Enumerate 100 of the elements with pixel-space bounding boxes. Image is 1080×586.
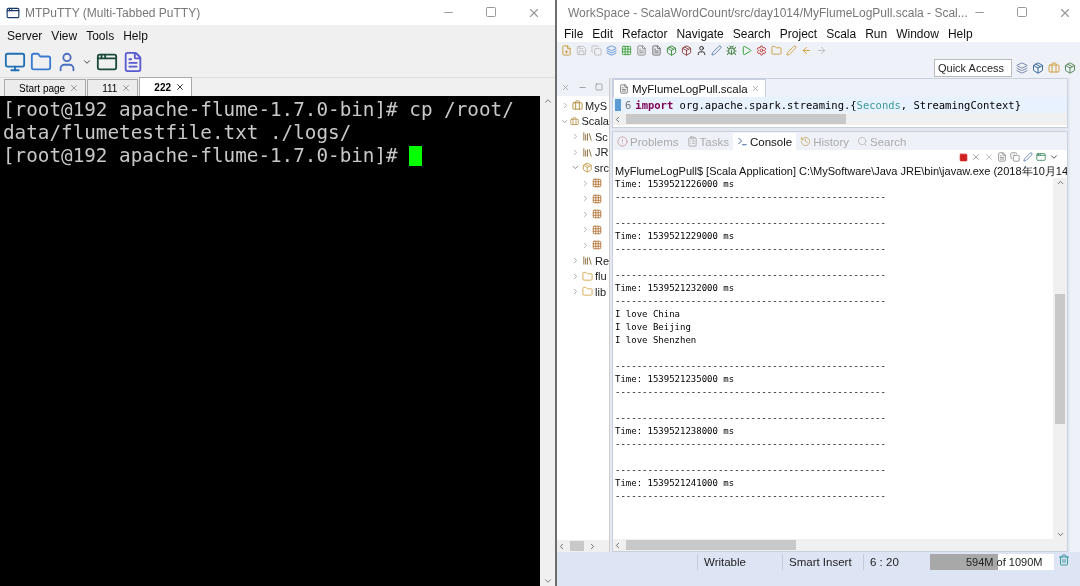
session-tab[interactable]: Start page	[4, 79, 87, 96]
caret-icon[interactable]	[82, 57, 92, 67]
pencil-icon[interactable]	[786, 44, 797, 56]
maximize-icon[interactable]	[485, 5, 497, 18]
folder-icon	[582, 270, 593, 282]
menu-item[interactable]: Edit	[592, 26, 614, 41]
copy-icon[interactable]	[591, 44, 602, 56]
session-tab[interactable]: 222	[139, 77, 193, 96]
scroll-down-icon[interactable]	[542, 576, 553, 586]
scroll-left-icon[interactable]	[613, 540, 622, 550]
arrow-left-icon[interactable]	[801, 44, 812, 56]
console-line: --------------------------------------------------	[615, 464, 887, 477]
menu-item[interactable]: Project	[779, 26, 818, 41]
console-line: --------------------------------------------------	[615, 412, 887, 425]
scrollbar[interactable]	[557, 540, 609, 552]
tasks-icon	[686, 136, 698, 147]
console-line: --------------------------------------------------	[615, 360, 887, 373]
save-icon[interactable]	[576, 44, 587, 56]
remove-all-icon[interactable]	[984, 152, 994, 162]
quick-access-field[interactable]: Quick Access	[934, 59, 1012, 77]
maximize-icon[interactable]	[1015, 5, 1028, 18]
document-icon[interactable]	[651, 44, 662, 56]
console-line: Time: 1539521226000 ms	[615, 178, 736, 191]
monitor-icon[interactable]	[4, 51, 26, 73]
tree-item-label[interactable]: Sc	[595, 130, 608, 143]
menu-item[interactable]: Help	[123, 29, 148, 43]
folder-icon[interactable]	[30, 51, 52, 73]
terminal-output: [root@192 apache-flume-1.7.0-bin]# cp /root/ data/flumetestfile.txt ./logs/ [root@192 apache-flume-1.7.0-bin]#	[2, 97, 515, 169]
scroll-up-icon[interactable]	[542, 96, 553, 106]
view-tab[interactable]: Console	[733, 133, 797, 150]
package-icon[interactable]	[1032, 62, 1044, 74]
scroll-right-icon[interactable]	[588, 541, 597, 551]
package-icon	[592, 178, 602, 189]
console-line: I love Shenzhen	[615, 334, 698, 347]
search-icon	[856, 136, 868, 147]
file-icon	[619, 83, 629, 94]
scroll-left-icon[interactable]	[613, 114, 622, 124]
bug-icon[interactable]	[726, 44, 737, 56]
menu-item[interactable]: Navigate	[676, 26, 724, 41]
trash-icon[interactable]	[1058, 554, 1070, 566]
console-icon	[737, 136, 748, 147]
console-line: Time: 1539521232000 ms	[615, 282, 736, 295]
menu-item[interactable]: Help	[947, 26, 973, 41]
menu-item[interactable]: Run	[865, 26, 888, 41]
editor-tab[interactable]: MyFlumeLogPull.scala	[613, 79, 766, 97]
console-line: --------------------------------------------------	[615, 295, 887, 308]
file-icon[interactable]	[636, 44, 647, 56]
library-icon	[582, 146, 593, 158]
tree-item-label[interactable]: lib	[595, 285, 606, 298]
tree-item-label[interactable]: flu	[595, 270, 607, 283]
console-line: I love China	[615, 308, 682, 321]
console-line: --------------------------------------------------	[615, 386, 887, 399]
menu-item[interactable]: File	[564, 26, 584, 41]
tree-item-label[interactable]: Scala	[581, 115, 609, 128]
stop-icon[interactable]	[959, 152, 968, 162]
perspective-icon[interactable]	[1016, 62, 1028, 74]
package-icon[interactable]	[666, 44, 677, 56]
scrollbar[interactable]	[613, 113, 1067, 125]
caret-icon[interactable]	[1049, 152, 1059, 162]
menu-item[interactable]: Scala	[826, 26, 857, 41]
tree-item-label[interactable]: Re	[594, 254, 609, 267]
window-icon[interactable]	[96, 51, 118, 73]
tree-item-label[interactable]: MyS	[585, 99, 607, 112]
memory-text: 594M of 1090M	[965, 555, 1043, 570]
menu-item[interactable]: Window	[896, 26, 939, 41]
scrollbar[interactable]	[1053, 178, 1067, 539]
window-title: WorkSpace - ScalaWordCount/src/day1014/MyFlumeLogPull.scala - Scal...	[568, 5, 968, 20]
scrollbar[interactable]	[540, 96, 555, 586]
menu-item[interactable]: Refactor	[622, 26, 668, 41]
console-line: --------------------------------------------------	[615, 438, 887, 451]
user-icon[interactable]	[696, 44, 707, 56]
scroll-left-icon[interactable]	[557, 541, 566, 551]
scroll-down-icon[interactable]	[1055, 530, 1065, 539]
session-tab[interactable]: 111	[87, 79, 139, 96]
package-icon[interactable]	[1064, 62, 1076, 74]
pen-icon[interactable]	[711, 44, 722, 56]
close-icon[interactable]	[175, 82, 186, 92]
console-line: --------------------------------------------------	[615, 269, 887, 282]
menu-item[interactable]: View	[51, 29, 78, 43]
remove-icon[interactable]	[971, 152, 981, 162]
menu-item[interactable]: Tools	[86, 29, 115, 43]
scrollbar[interactable]	[613, 539, 1067, 551]
tree-item-label[interactable]: JR	[595, 146, 609, 159]
new-file-icon[interactable]	[561, 44, 572, 56]
status-text: Writable	[697, 554, 782, 570]
play-icon[interactable]	[741, 44, 752, 56]
folder-icon[interactable]	[771, 44, 782, 56]
script-icon[interactable]	[122, 51, 144, 73]
tree-item-label[interactable]: src	[594, 161, 609, 174]
layers-icon[interactable]	[606, 44, 617, 56]
settings-icon[interactable]	[756, 44, 767, 56]
maximize-icon[interactable]	[595, 83, 603, 91]
menu-item[interactable]: Search	[732, 26, 771, 41]
scroll-up-icon[interactable]	[1055, 178, 1065, 187]
briefcase-icon[interactable]	[1048, 62, 1060, 74]
arrow-right-icon[interactable]	[816, 44, 827, 56]
grid-icon[interactable]	[621, 44, 632, 56]
copy-icon[interactable]	[1010, 152, 1020, 162]
package-icon[interactable]	[681, 44, 692, 56]
menu-item[interactable]: Server	[7, 29, 43, 43]
